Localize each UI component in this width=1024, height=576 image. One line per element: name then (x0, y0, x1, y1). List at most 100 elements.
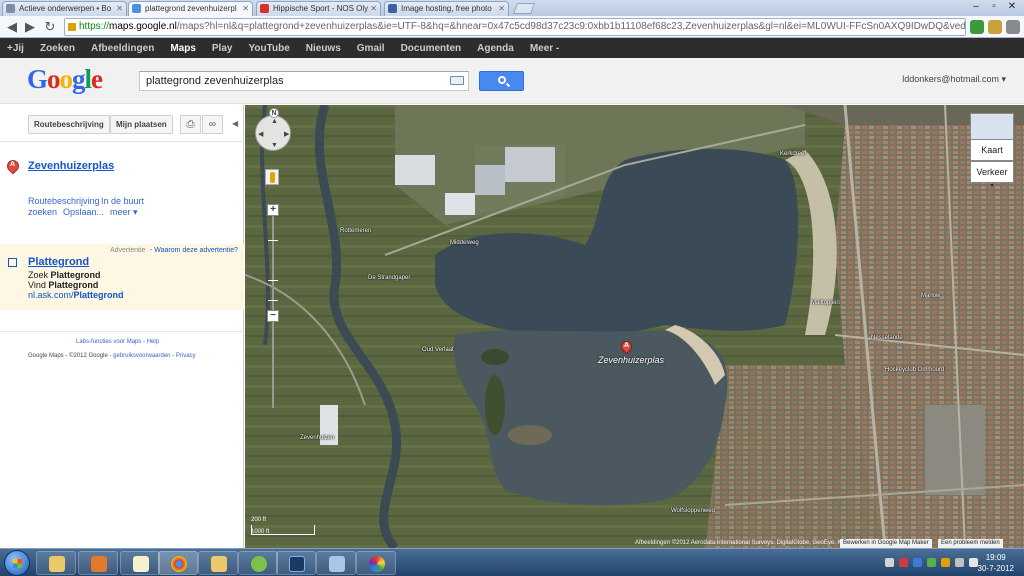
gbar-item-gmail[interactable]: Gmail (357, 43, 385, 54)
start-button[interactable] (4, 550, 30, 576)
map-type-button[interactable]: Kaart (970, 139, 1014, 161)
clock[interactable]: 19:09 30-7-2012 (978, 552, 1014, 574)
tab-title: Hippische Sport - NOS Oly (273, 4, 369, 13)
new-tab-button[interactable] (512, 3, 536, 14)
tab-close-icon[interactable]: ✕ (242, 2, 249, 15)
reload-icon[interactable]: ↻ (42, 19, 58, 35)
gbar-item-docs[interactable]: Documenten (401, 43, 462, 54)
nos-favicon-icon (260, 4, 269, 13)
save-link[interactable]: Opslaan... (63, 207, 104, 217)
tab-close-icon[interactable]: ✕ (498, 2, 505, 15)
search-input[interactable]: plattegrond zevenhuizerplas (139, 71, 469, 91)
map-label-strandgaper: De Strandgaper (368, 275, 411, 281)
print-icon[interactable]: ⎙ (180, 115, 201, 134)
ad-why-link[interactable]: - Waarom deze advertentie? (150, 247, 238, 254)
gbar-item-play[interactable]: Play (212, 43, 233, 54)
taskbar-explorer[interactable] (36, 551, 76, 575)
taskbar-app-8[interactable] (316, 551, 356, 575)
tab-strip: Actieve onderwerpen • Bo ✕ plattegrond ze… (0, 0, 1024, 16)
ad-title[interactable]: Plattegrond (28, 256, 89, 268)
edit-map-maker-button[interactable]: Bewerken in Google Map Maker (840, 539, 932, 548)
gbar-item-maps[interactable]: Maps (170, 43, 196, 54)
traffic-button[interactable]: Verkeer ▾ (970, 161, 1014, 189)
satellite-map[interactable]: Rottemeren De Strandgaper Oud Verlaat Wo… (245, 105, 1024, 548)
windows-taskbar: 19:09 30-7-2012 (0, 548, 1024, 576)
map-label-wolfsloppenweg: Wolfsloppenweg (671, 508, 715, 514)
close-window-icon[interactable]: ✕ (1004, 0, 1020, 14)
messenger-icon (251, 556, 267, 572)
gbar-item-plus[interactable]: +Jij (7, 43, 24, 54)
browser-tab-2[interactable]: plattegrond zevenhuizerpl ✕ (128, 1, 253, 16)
compass-north-icon[interactable]: N (269, 108, 279, 118)
browser-toolbar: ◀ ▶ ↻ https://maps.google.nl/maps?hl=nl&… (0, 16, 1024, 38)
terms-link[interactable]: gebruiksvoorwaarden (113, 353, 170, 359)
url-path: /maps?hl=nl&q=plattegrond+zevenhuizerpla… (176, 21, 966, 32)
gbar-item-more[interactable]: Meer - (530, 43, 559, 54)
pan-left-icon[interactable]: ◀ (258, 130, 263, 138)
browser-tab-1[interactable]: Actieve onderwerpen • Bo ✕ (2, 1, 127, 16)
search-link[interactable]: zoeken (28, 207, 57, 217)
network-icon[interactable] (955, 558, 964, 567)
pan-right-icon[interactable]: ▶ (284, 130, 289, 138)
tray-icon[interactable] (941, 558, 950, 567)
taskbar-messenger[interactable] (238, 551, 278, 575)
pan-up-icon[interactable]: ▲ (271, 118, 278, 125)
collapse-panel-icon[interactable]: ◀ (232, 119, 238, 128)
taskbar-folder[interactable] (198, 551, 238, 575)
gbar-item-news[interactable]: Nieuws (306, 43, 341, 54)
maximize-icon[interactable]: ▫ (986, 0, 1002, 14)
taskbar-picasa[interactable] (356, 551, 396, 575)
my-places-button[interactable]: Mijn plaatsen (110, 115, 173, 134)
pan-down-icon[interactable]: ▼ (271, 142, 278, 149)
privacy-link[interactable]: Privacy (176, 353, 196, 359)
taskbar-chrome[interactable] (158, 551, 198, 575)
search-value: plattegrond zevenhuizerplas (146, 75, 284, 87)
taskbar-photoshop[interactable] (276, 551, 316, 575)
forward-icon[interactable]: ▶ (22, 19, 38, 35)
zoom-out-button[interactable]: − (267, 310, 279, 322)
zoom-slider-track[interactable] (272, 208, 274, 408)
more-link[interactable]: meer ▾ (110, 207, 138, 218)
ad-url[interactable]: nl.ask.com/Plattegrond (28, 290, 124, 300)
keyboard-icon[interactable] (450, 76, 464, 85)
browser-tab-4[interactable]: Image hosting, free photo ✕ (384, 1, 509, 16)
report-problem-button[interactable]: Een probleem melden (938, 539, 1003, 548)
result-marker-icon[interactable]: A (4, 157, 22, 176)
nearby-link[interactable]: In de buurt (101, 196, 144, 206)
browser-tab-3[interactable]: Hippische Sport - NOS Oly ✕ (256, 1, 381, 16)
address-bar[interactable]: https://maps.google.nl/maps?hl=nl&q=plat… (64, 18, 966, 36)
google-logo[interactable]: Google (27, 64, 103, 95)
gbar-item-images[interactable]: Afbeeldingen (91, 43, 154, 54)
gbar-item-search[interactable]: Zoeken (40, 43, 75, 54)
directions-link[interactable]: Routebeschrijving (28, 196, 100, 206)
tab-close-icon[interactable]: ✕ (370, 2, 377, 15)
search-button[interactable] (479, 71, 524, 91)
minimize-icon[interactable]: ‒ (968, 0, 984, 14)
extension-icon[interactable] (970, 20, 984, 34)
taskbar-app-3[interactable] (120, 551, 160, 575)
place-label[interactable]: Zevenhuizerplas (598, 355, 664, 365)
bookmark-star-icon[interactable] (988, 20, 1002, 34)
wrench-menu-icon[interactable] (1006, 20, 1020, 34)
tray-icon[interactable] (899, 558, 908, 567)
taskbar-media[interactable] (78, 551, 118, 575)
pan-control[interactable]: N ▲ ▼ ◀ ▶ (255, 108, 291, 151)
result-title[interactable]: Zevenhuizerplas (28, 160, 114, 172)
ad-block: Advertentie - Waarom deze advertentie? P… (0, 244, 244, 310)
chrome-icon (171, 556, 187, 572)
labs-help-link[interactable]: Labs-functies voor Maps - Help (76, 339, 159, 345)
picasa-icon (369, 556, 385, 572)
street-view-pegman-icon[interactable] (265, 169, 279, 185)
tray-icon[interactable] (927, 558, 936, 567)
tray-icon[interactable] (885, 558, 894, 567)
back-icon[interactable]: ◀ (4, 19, 20, 35)
tab-close-icon[interactable]: ✕ (116, 2, 123, 15)
gbar-item-youtube[interactable]: YouTube (248, 43, 289, 54)
tab-title: plattegrond zevenhuizerpl (145, 4, 237, 13)
link-icon[interactable]: ∞ (202, 115, 223, 134)
account-menu[interactable]: lddonkers@hotmail.com (902, 74, 1006, 85)
gbar-item-calendar[interactable]: Agenda (477, 43, 514, 54)
tray-icon[interactable] (913, 558, 922, 567)
directions-button[interactable]: Routebeschrijving (28, 115, 110, 134)
zoom-in-button[interactable]: + (267, 204, 279, 216)
